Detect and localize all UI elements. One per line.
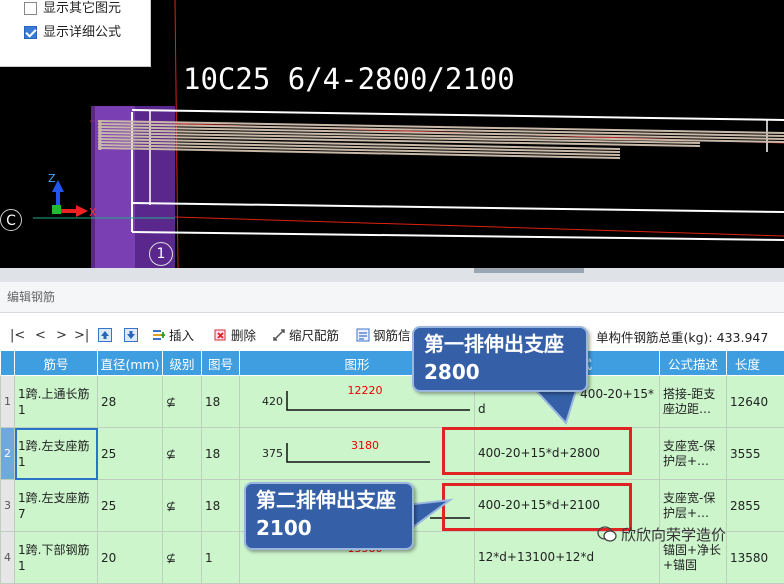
wechat-icon (597, 525, 617, 543)
watermark-text: 欣欣向荣学造价 (621, 526, 726, 544)
watermark: 欣欣向荣学造价 (597, 524, 726, 545)
callout-second-row: 第二排伸出支座2100 (244, 482, 414, 550)
callout-first-row: 第一排伸出支座2800 (412, 326, 588, 392)
